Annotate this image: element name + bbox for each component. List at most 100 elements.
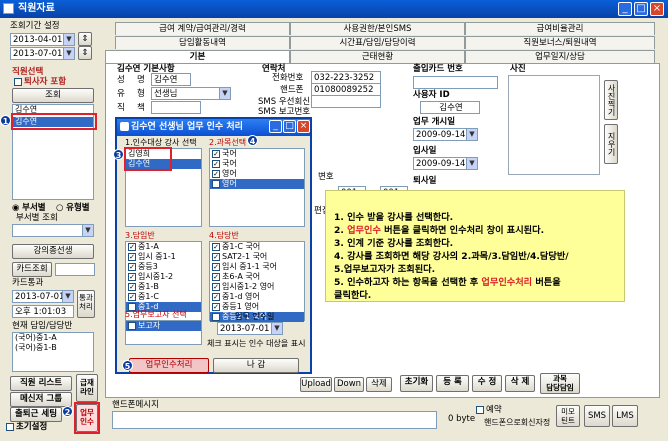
tab-salary-ratio[interactable]: 급여비율관리 [465, 22, 655, 35]
dialog-maximize-button[interactable]: □ [283, 120, 296, 133]
list-item-selected[interactable]: ✓ 영어 [210, 179, 304, 189]
tab-bonus[interactable]: 직원보너스/퇴원내역 [465, 36, 655, 49]
name-label: 성 [117, 75, 125, 85]
subject-section-label: 2.과목선택 [209, 138, 247, 147]
type-combo[interactable]: 선생님 ▼ [151, 87, 231, 100]
name-field[interactable]: 김수연 [151, 73, 191, 86]
list-item[interactable]: ✓ 중1-C 국어 [210, 242, 304, 252]
photo-label: 사진 [510, 64, 526, 74]
dept-combo[interactable]: ▼ [12, 224, 94, 237]
card-date-field[interactable]: 2013-07-01 ▼ [12, 290, 74, 303]
date-from-field[interactable]: 2013-04-01 ▼ [10, 33, 75, 46]
handover-date-field[interactable]: 2013-07-01 ▼ [217, 322, 283, 335]
list-item[interactable]: ✓ 중1-d 영어 [210, 292, 304, 302]
checkbox-icon [6, 422, 14, 431]
process-handover-button[interactable]: 업무인수처리 [129, 358, 209, 373]
position-label-2: 책 [137, 103, 145, 113]
take-photo-button[interactable]: 사진찍기 [604, 80, 618, 120]
list-item[interactable]: ✓ 국어 [210, 159, 304, 169]
checkbox-checked-icon: ✓ [128, 321, 136, 330]
card-field[interactable] [413, 76, 498, 89]
erase-photo-button[interactable]: 지우기 [604, 124, 618, 164]
instruction-note: 1. 인수 받을 강사를 선택한다. 2. 업무인수 버튼을 클릭하면 인수처리… [325, 190, 625, 302]
lms-button[interactable]: LMS [612, 405, 638, 427]
minimize-button[interactable]: _ [618, 2, 632, 16]
list-item[interactable]: ✓ 임시 중1-1 [126, 252, 201, 262]
reset-button[interactable]: 초기화 [400, 375, 433, 392]
register-button[interactable]: 등 록 [436, 375, 469, 392]
tab-journal[interactable]: 업무일지/상담 [465, 50, 655, 63]
date-to-stepper[interactable]: ⇕ [78, 46, 92, 60]
position-field[interactable] [151, 101, 201, 114]
list-item[interactable]: ✓ 중1-A [126, 242, 201, 252]
reporter-list[interactable]: ✓ 보고자 [125, 320, 202, 345]
current-class-list[interactable]: (국어)중1-A (국어)중1-B [12, 332, 94, 372]
mobile-label: 핸드폰 [280, 85, 304, 95]
date-from-stepper[interactable]: ⇕ [78, 32, 92, 46]
instruction-5: 5. 인수하고자 하는 항목을 선택한 후 업무인수처리 버튼을 [334, 277, 561, 288]
radio-type[interactable]: ○ 유형별 [56, 203, 90, 214]
list-item[interactable]: ✓ 임시 중1-1 국어 [210, 262, 304, 272]
edit-button[interactable]: 수 정 [472, 375, 502, 392]
card-search-button[interactable]: 카드조회 [12, 262, 52, 277]
delete-file-button[interactable]: 삭제 [366, 377, 392, 392]
list-item[interactable]: ✓ 영어 [210, 169, 304, 179]
upload-button[interactable]: Upload [300, 377, 332, 392]
list-item[interactable]: ✓ 중등3 [126, 262, 201, 272]
reserve-checkbox[interactable]: 예약 [476, 405, 502, 416]
payroll-button[interactable]: 급재라인 [76, 374, 98, 402]
tab-permission[interactable]: 사용권한/본인SMS [290, 22, 465, 35]
tab-homeroom[interactable]: 담임활동내역 [115, 36, 290, 49]
list-item[interactable]: (국어)중1-B [13, 343, 93, 353]
sms-button[interactable]: SMS [584, 405, 610, 427]
sms-reply-field[interactable] [311, 95, 381, 108]
close-button[interactable]: × [650, 2, 664, 16]
chevron-down-icon: ▼ [466, 129, 477, 140]
charge-list[interactable]: ✓ 중1-C 국어 ✓ SAT2-1 국어 ✓ 임시 중1-1 국어 ✓ 초6-A 국어… [209, 241, 305, 322]
reset-checkbox[interactable]: 초기설정 [6, 422, 47, 433]
list-item-selected[interactable]: ✓ 보고자 [126, 321, 201, 331]
lecture-teacher-button[interactable]: 강의종선생 [12, 244, 94, 259]
instruction-5b: 클릭한다. [334, 290, 372, 301]
dialog-minimize-button[interactable]: _ [269, 120, 282, 133]
date-to-field[interactable]: 2013-07-01 ▼ [10, 47, 75, 60]
dept-search-label: 부서별 조회 [16, 213, 58, 223]
list-item[interactable]: ✓ 임시중1-2 [126, 272, 201, 282]
maximize-button[interactable]: □ [634, 2, 648, 16]
chevron-down-icon: ▼ [271, 323, 282, 334]
instruction-3: 3. 인계 기준 강사를 조회한다. [334, 238, 454, 249]
list-item[interactable]: ✓ 국어 [210, 149, 304, 159]
mobile-message-field[interactable] [112, 411, 437, 429]
pass-button[interactable]: 통과처리 [77, 290, 95, 318]
list-item[interactable]: ✓ 임시중1-2 영어 [210, 282, 304, 292]
card-time-field[interactable]: 오후 1:01:03 [12, 305, 74, 318]
staff-list-button[interactable]: 직원 리스트 [10, 376, 72, 391]
start-date-field[interactable]: 2009-09-14 ▼ [413, 128, 478, 141]
list-item[interactable]: ✓ 중1-B [126, 282, 201, 292]
mimo-button[interactable]: 미모 틴트 [556, 405, 580, 427]
card-search-field[interactable] [55, 263, 95, 276]
user-id-field[interactable]: 김수연 [420, 101, 480, 114]
subject-list[interactable]: ✓ 국어 ✓ 국어 ✓ 영어 ✓ 영어 [209, 148, 305, 227]
checkbox-icon [476, 405, 484, 414]
tab-basic[interactable]: 기본 [105, 50, 290, 63]
dialog-close-button[interactable]: × [297, 120, 310, 133]
tab-salary[interactable]: 급여 계약/급여관리/경력 [115, 22, 290, 35]
search-button[interactable]: 조회 [12, 88, 94, 103]
list-item[interactable]: ✓ SAT2-1 국어 [210, 252, 304, 262]
subject-homeroom-button[interactable]: 과목 담당담임 [540, 373, 580, 394]
tab-attendance[interactable]: 근태현황 [290, 50, 465, 63]
list-item[interactable]: ✓ 중1-C [126, 292, 201, 302]
type-label-2: 형 [137, 89, 145, 99]
retired-checkbox[interactable]: 퇴사자 포함 [14, 77, 66, 88]
tab-timetable[interactable]: 시간표/담임/담당이력 [290, 36, 465, 49]
messenger-button[interactable]: 메신저 그룹 [10, 392, 72, 407]
down-button[interactable]: Down [334, 377, 364, 392]
byte-count: 0 byte [448, 414, 476, 424]
join-date-field[interactable]: 2009-09-14 ▼ [413, 157, 478, 170]
list-item[interactable]: (국어)중1-A [13, 333, 93, 343]
attendance-button[interactable]: 출퇴근 세팅 [10, 407, 62, 422]
dialog-close-action-button[interactable]: 나 감 [213, 358, 299, 373]
remove-button[interactable]: 삭 제 [505, 375, 535, 392]
list-item[interactable]: ✓ 초6-A 국어 [210, 272, 304, 282]
